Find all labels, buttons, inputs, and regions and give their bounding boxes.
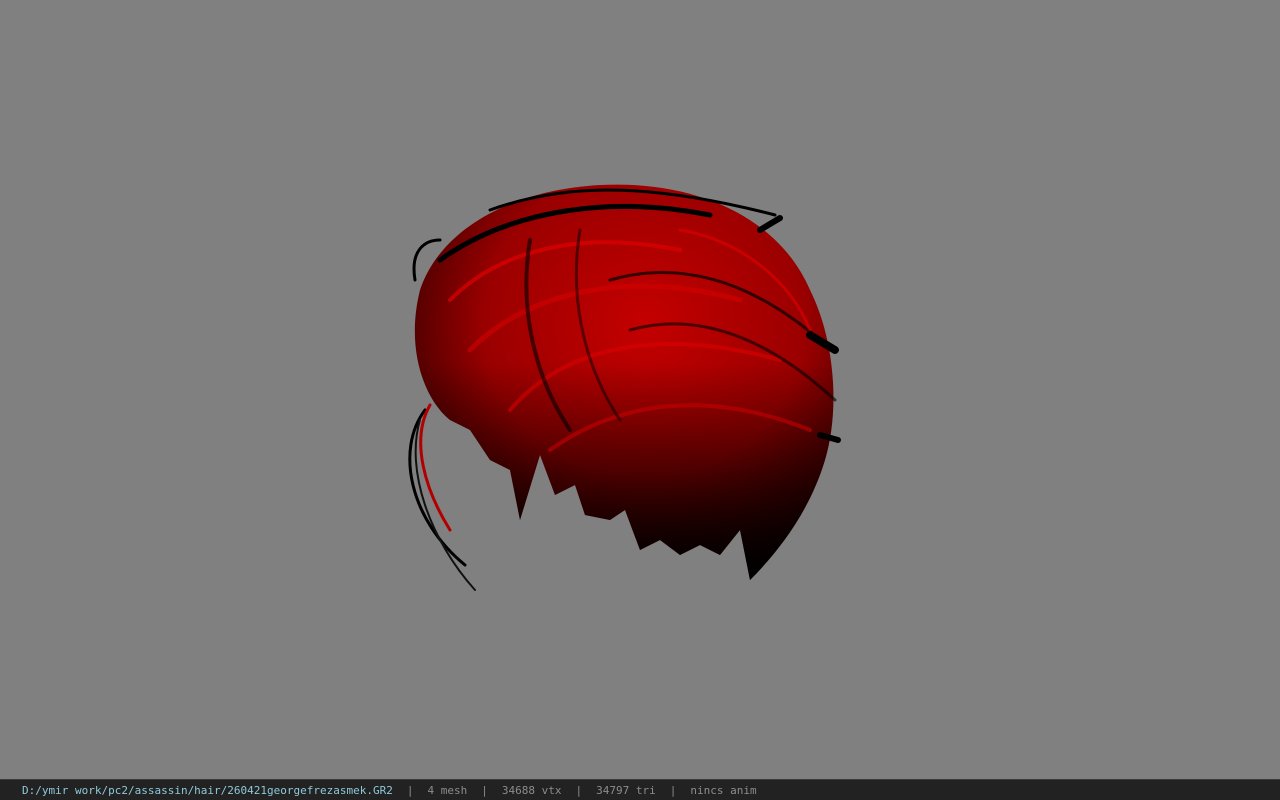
triangle-count: 34797 tri — [596, 783, 656, 797]
separator: | — [669, 783, 677, 797]
mesh-count: 4 mesh — [427, 783, 468, 797]
separator: | — [481, 783, 488, 797]
separator: | — [406, 783, 414, 797]
hair-model[interactable] — [380, 170, 860, 610]
3d-viewport[interactable] — [0, 0, 1280, 779]
vertex-count: 34688 vtx — [501, 783, 562, 797]
separator: | — [575, 783, 583, 797]
status-bar: D:/ymir work/pc2/assassin/hair/260421geo… — [0, 779, 1280, 800]
animation-status: nincs anim — [690, 783, 757, 797]
file-path: D:/ymir work/pc2/assassin/hair/260421geo… — [22, 783, 393, 797]
